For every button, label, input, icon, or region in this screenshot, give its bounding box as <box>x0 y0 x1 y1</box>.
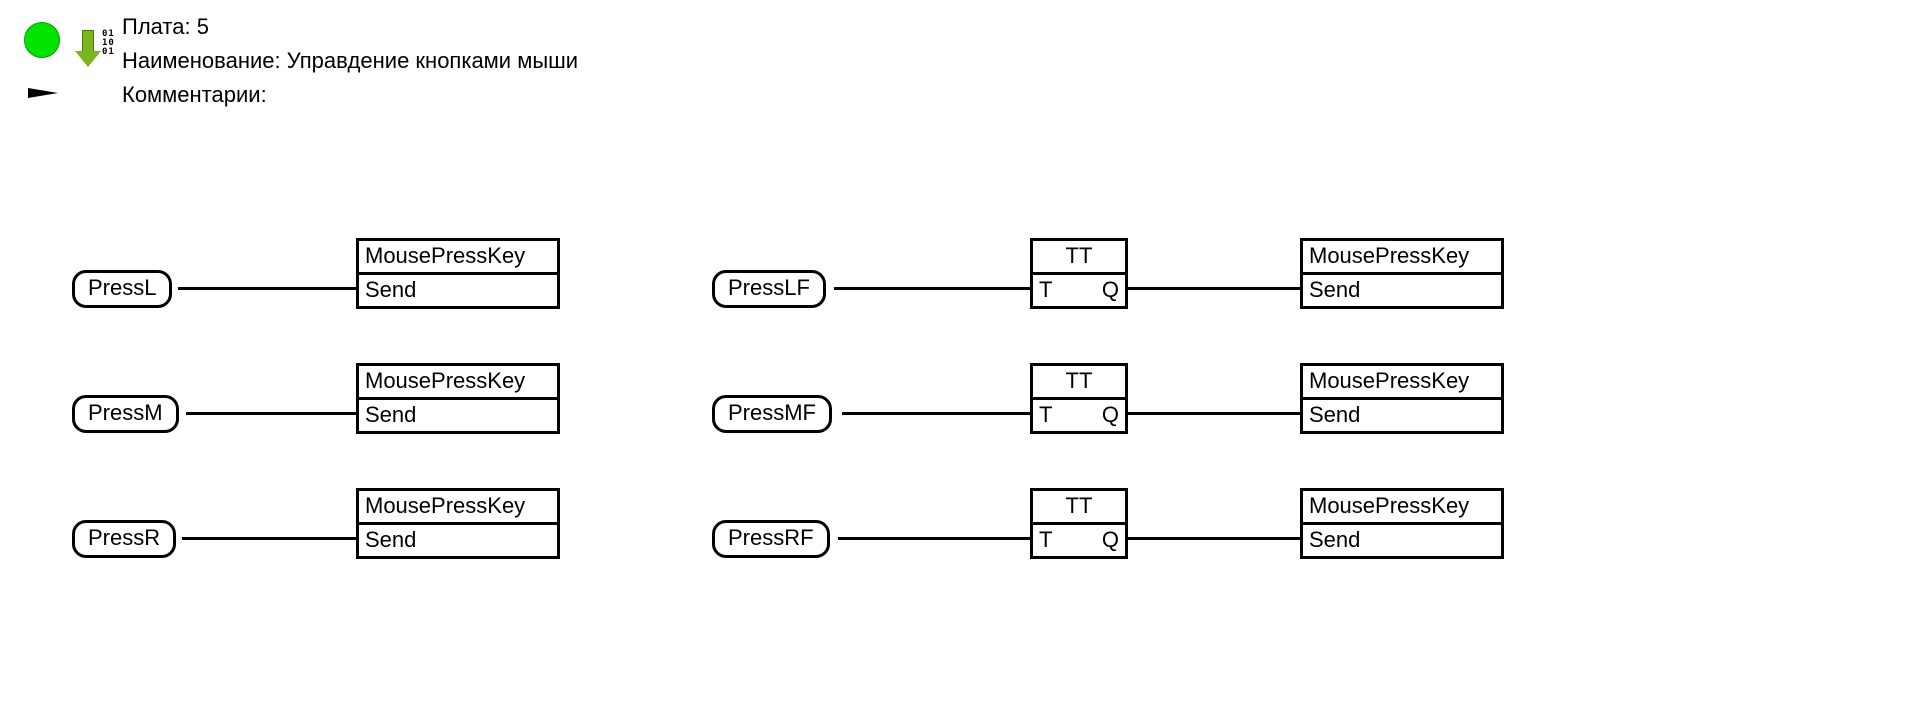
tt-out: Q <box>1102 402 1119 428</box>
play-icon <box>28 88 58 98</box>
block-tt-rf[interactable]: TT T Q <box>1030 488 1128 559</box>
tag-label: PressLF <box>728 275 810 300</box>
block-port: Send <box>1303 400 1501 431</box>
block-mpk-mf[interactable]: MousePressKey Send <box>1300 363 1504 434</box>
block-title: MousePressKey <box>1303 491 1501 525</box>
tt-title: TT <box>1033 366 1125 400</box>
block-tt-lf[interactable]: TT T Q <box>1030 238 1128 309</box>
tt-in: T <box>1039 402 1052 428</box>
name-label: Наименование: <box>122 48 281 73</box>
block-title: MousePressKey <box>359 241 557 275</box>
block-port: Send <box>1303 275 1501 306</box>
wire <box>842 412 1030 415</box>
name-value: Управдение кнопками мыши <box>287 48 578 73</box>
comments-label: Комментарии: <box>122 82 267 107</box>
binary-icon: 01 10 01 <box>102 30 115 57</box>
tag-press-rf[interactable]: PressRF <box>712 520 830 558</box>
tag-press-lf[interactable]: PressLF <box>712 270 826 308</box>
block-mpk-m[interactable]: MousePressKey Send <box>356 363 560 434</box>
tag-press-mf[interactable]: PressMF <box>712 395 832 433</box>
tag-press-l[interactable]: PressL <box>72 270 172 308</box>
board-value: 5 <box>197 14 209 39</box>
tag-label: PressM <box>88 400 163 425</box>
board-label: Плата: <box>122 14 191 39</box>
wire <box>178 287 356 290</box>
block-mpk-rf[interactable]: MousePressKey Send <box>1300 488 1504 559</box>
block-title: MousePressKey <box>359 491 557 525</box>
block-title: MousePressKey <box>1303 241 1501 275</box>
wire <box>1128 287 1300 290</box>
tt-out: Q <box>1102 527 1119 553</box>
block-port: Send <box>1303 525 1501 556</box>
block-port: Send <box>359 525 557 556</box>
wire <box>838 537 1030 540</box>
block-mpk-r[interactable]: MousePressKey Send <box>356 488 560 559</box>
header-comments-line: Комментарии: <box>122 82 267 108</box>
tag-press-r[interactable]: PressR <box>72 520 176 558</box>
tt-title: TT <box>1033 491 1125 525</box>
wire <box>1128 537 1300 540</box>
block-title: MousePressKey <box>1303 366 1501 400</box>
block-title: MousePressKey <box>359 366 557 400</box>
header-name-line: Наименование: Управдение кнопками мыши <box>122 48 578 74</box>
tag-label: PressMF <box>728 400 816 425</box>
tt-title: TT <box>1033 241 1125 275</box>
wire <box>1128 412 1300 415</box>
header-board-line: Плата: 5 <box>122 14 209 40</box>
block-mpk-lf[interactable]: MousePressKey Send <box>1300 238 1504 309</box>
tag-press-m[interactable]: PressM <box>72 395 179 433</box>
block-mpk-l[interactable]: MousePressKey Send <box>356 238 560 309</box>
wire <box>182 537 356 540</box>
tt-in: T <box>1039 527 1052 553</box>
download-icon <box>76 30 100 68</box>
block-tt-mf[interactable]: TT T Q <box>1030 363 1128 434</box>
block-port: Send <box>359 275 557 306</box>
bits-row: 01 <box>102 48 115 57</box>
wire <box>186 412 356 415</box>
tag-label: PressR <box>88 525 160 550</box>
block-port: Send <box>359 400 557 431</box>
tag-label: PressL <box>88 275 156 300</box>
status-indicator <box>24 22 60 58</box>
wire <box>834 287 1030 290</box>
tt-in: T <box>1039 277 1052 303</box>
tt-out: Q <box>1102 277 1119 303</box>
tag-label: PressRF <box>728 525 814 550</box>
